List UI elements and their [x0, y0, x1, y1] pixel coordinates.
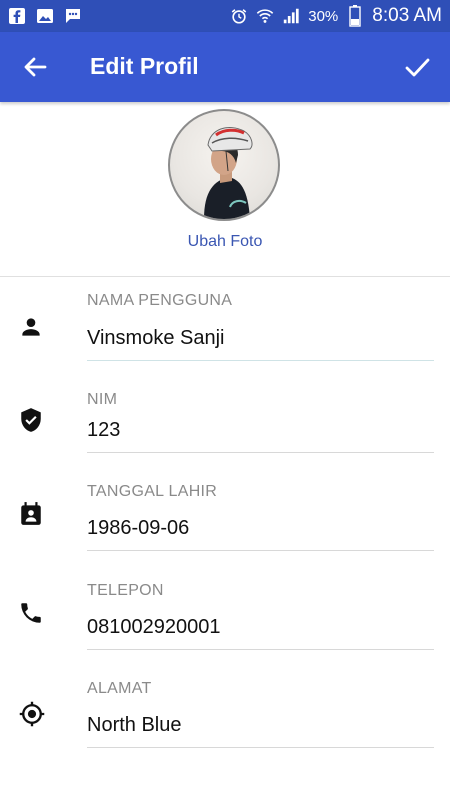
address-input[interactable]: North Blue	[87, 714, 182, 737]
field-label: NAMA PENGGUNA	[87, 292, 233, 309]
alarm-icon	[230, 7, 248, 25]
location-target-icon	[18, 700, 45, 727]
gallery-icon	[36, 7, 54, 25]
input-underline	[87, 452, 434, 453]
phone-input[interactable]: 081002920001	[87, 616, 220, 639]
nim-input[interactable]: 123	[87, 419, 120, 442]
profile-photo-section: Ubah Foto	[0, 102, 450, 277]
input-underline	[87, 649, 434, 650]
avatar[interactable]	[168, 109, 280, 221]
verified-shield-icon	[18, 407, 44, 433]
facebook-icon	[8, 7, 26, 25]
status-bar-notifications	[8, 7, 82, 25]
field-label: TELEPON	[87, 582, 164, 599]
field-nim: NIM 123	[0, 391, 450, 489]
birthdate-input[interactable]: 1986-09-06	[87, 517, 189, 540]
username-input[interactable]: Vinsmoke Sanji	[87, 327, 224, 350]
field-label: NIM	[87, 391, 118, 408]
back-arrow-icon[interactable]	[20, 52, 50, 82]
input-underline	[87, 747, 434, 748]
input-underline	[87, 360, 434, 361]
signal-icon	[282, 7, 300, 25]
app-bar: Edit Profil	[0, 32, 450, 102]
field-phone: TELEPON 081002920001	[0, 582, 450, 680]
wifi-icon	[256, 7, 274, 25]
chat-message-icon	[64, 7, 82, 25]
field-username: NAMA PENGGUNA Vinsmoke Sanji	[0, 292, 450, 390]
field-label: TANGGAL LAHIR	[87, 483, 218, 500]
person-icon	[18, 314, 44, 340]
battery-icon	[346, 5, 364, 27]
status-time: 8:03 AM	[372, 5, 442, 26]
field-address: ALAMAT North Blue	[0, 680, 450, 778]
input-underline	[87, 550, 434, 551]
page-title: Edit Profil	[90, 53, 199, 79]
status-bar: 30% 8:03 AM	[0, 0, 450, 32]
field-label: ALAMAT	[87, 680, 152, 697]
calendar-contact-icon	[18, 501, 44, 527]
save-check-icon[interactable]	[402, 52, 432, 82]
status-bar-system: 30% 8:03 AM	[230, 5, 442, 27]
battery-percent: 30%	[308, 7, 339, 25]
field-birthdate: TANGGAL LAHIR 1986-09-06	[0, 483, 450, 581]
phone-icon	[18, 600, 44, 626]
change-photo-link[interactable]: Ubah Foto	[0, 233, 450, 251]
